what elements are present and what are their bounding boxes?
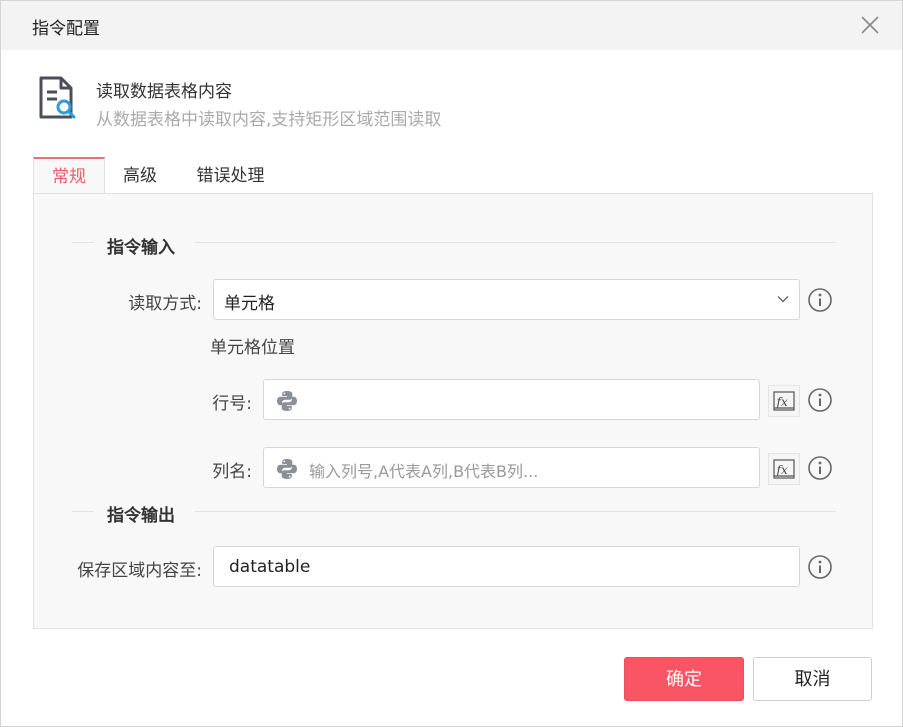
info-icon[interactable] xyxy=(807,455,833,481)
row-label: 行号: xyxy=(212,394,252,414)
command-description: 从数据表格中读取内容,支持矩形区域范围读取 xyxy=(96,110,442,130)
expression-button[interactable]: fx xyxy=(768,453,800,485)
cancel-button[interactable]: 取消 xyxy=(753,657,872,701)
chevron-down-icon xyxy=(777,296,789,303)
column-label: 列名: xyxy=(212,462,252,482)
tab-general[interactable]: 常规 xyxy=(33,157,105,195)
read-mode-label: 读取方式: xyxy=(128,294,202,314)
python-icon xyxy=(277,391,297,411)
section-divider xyxy=(72,242,94,243)
svg-text:fx: fx xyxy=(776,395,788,409)
svg-text:fx: fx xyxy=(776,463,788,477)
save-to-input[interactable]: datatable xyxy=(213,546,800,587)
title-bar: 指令配置 xyxy=(1,1,902,50)
section-divider xyxy=(72,511,94,512)
row-input[interactable] xyxy=(263,379,760,420)
cell-position-label: 单元格位置 xyxy=(210,338,295,358)
input-section-title: 指令输入 xyxy=(107,238,175,258)
read-mode-value: 单元格 xyxy=(224,294,275,314)
fx-icon: fx xyxy=(773,459,795,479)
ok-button[interactable]: 确定 xyxy=(624,657,744,701)
fx-icon: fx xyxy=(773,391,795,411)
save-to-label: 保存区域内容至: xyxy=(77,561,202,581)
dialog-title: 指令配置 xyxy=(32,19,100,39)
expression-button[interactable]: fx xyxy=(768,385,800,417)
read-mode-select[interactable]: 单元格 xyxy=(213,279,800,320)
section-divider xyxy=(195,511,836,512)
section-divider xyxy=(195,242,836,243)
command-name: 读取数据表格内容 xyxy=(96,82,232,102)
document-search-icon xyxy=(39,76,76,119)
output-section-title: 指令输出 xyxy=(107,506,175,526)
python-icon xyxy=(277,459,297,479)
column-input[interactable]: 输入列号,A代表A列,B代表B列... xyxy=(263,447,760,488)
save-to-value: datatable xyxy=(229,557,311,577)
command-config-dialog: 指令配置 读取数据表格内容 从数据表格中读取内容,支持矩形区域范围读取 常规 高… xyxy=(0,0,903,727)
info-icon[interactable] xyxy=(807,287,833,313)
close-icon[interactable] xyxy=(859,14,881,36)
column-placeholder: 输入列号,A代表A列,B代表B列... xyxy=(309,462,539,481)
tab-panel-general: 指令输入 读取方式: 单元格 单元格位置 行号: fx 列名: 输入列号,A代表… xyxy=(33,193,873,629)
info-icon[interactable] xyxy=(807,387,833,413)
tab-error-handling[interactable]: 错误处理 xyxy=(183,157,278,193)
info-icon[interactable] xyxy=(807,554,833,580)
tab-advanced[interactable]: 高级 xyxy=(105,157,175,193)
